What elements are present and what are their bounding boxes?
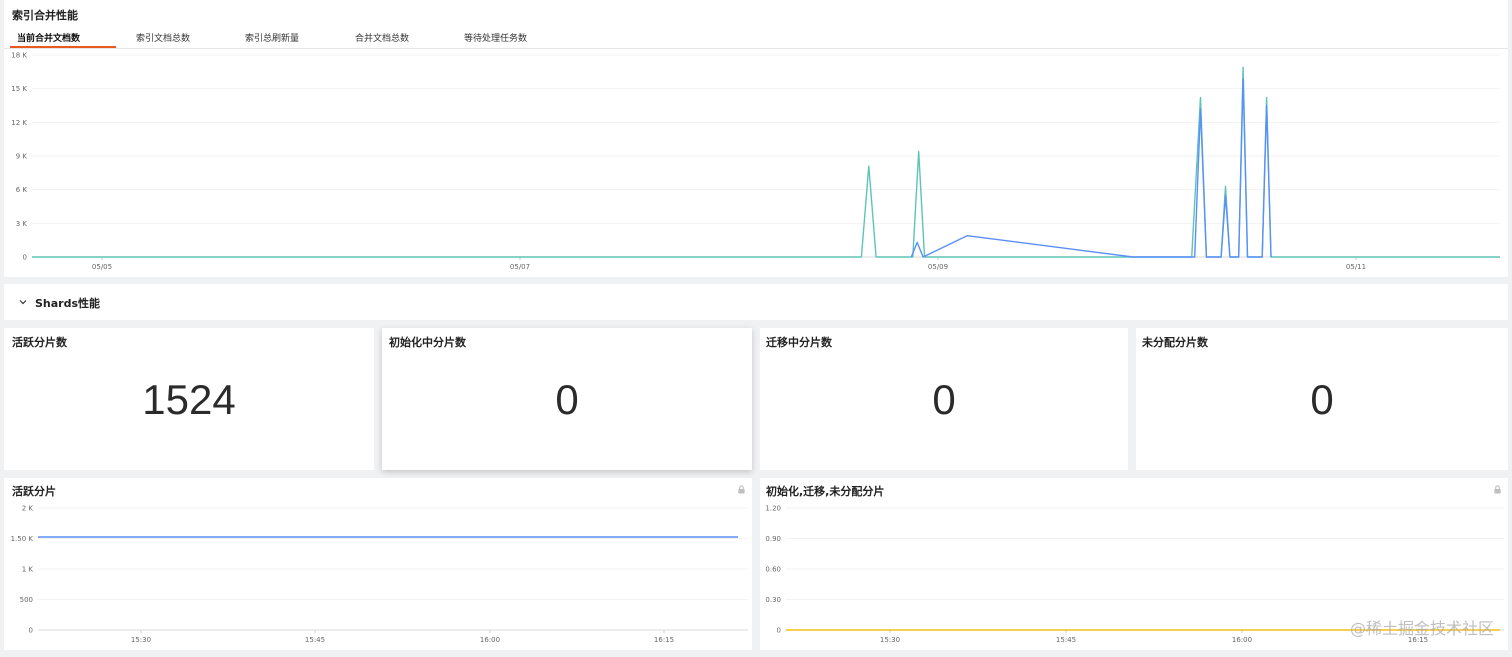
- stat-title: 初始化中分片数: [389, 336, 466, 349]
- x-tick-label: 05/05: [92, 263, 112, 271]
- x-tick-label: 15:30: [880, 636, 900, 644]
- merge-docs-chart: 0 3 K 6 K 9 K 12 K 15 K 18 K 05/05 05/07 05/09 05/…: [11, 52, 1500, 271]
- stat-title: 未分配分片数: [1142, 336, 1208, 349]
- lock-icon[interactable]: [737, 485, 746, 494]
- y-tick-label: 1 K: [22, 566, 34, 574]
- stat-value: 0: [1310, 376, 1334, 423]
- y-tick-label: 1.50 K: [11, 535, 34, 543]
- y-tick-label: 6 K: [16, 186, 28, 194]
- x-tick-label: 15:45: [1056, 636, 1076, 644]
- y-tick-label: 500: [20, 596, 33, 604]
- y-tick-label: 2 K: [22, 505, 34, 513]
- y-tick-label: 12 K: [11, 119, 27, 127]
- x-tick-label: 05/07: [510, 263, 530, 271]
- y-tick-label: 0.30: [765, 596, 781, 604]
- stat-value: 1524: [142, 376, 236, 423]
- y-tick-label: 0: [777, 627, 781, 635]
- tab-current-merge-docs[interactable]: 当前合并文档数: [17, 31, 80, 44]
- x-tick-label: 16:15: [654, 636, 674, 644]
- lock-icon[interactable]: [1493, 485, 1502, 494]
- stat-card-active-shards: 活跃分片数 1524: [4, 328, 374, 470]
- y-tick-label: 9 K: [16, 153, 28, 161]
- merge-performance-panel: 索引合并性能 当前合并文档数 索引文档总数 索引总刷新量 合并文档总数 等待处理…: [4, 0, 1508, 277]
- x-tick-label: 16:00: [1232, 636, 1252, 644]
- y-tick-label: 0: [23, 254, 27, 262]
- tab-index-doc-total[interactable]: 索引文档总数: [136, 31, 190, 44]
- series-line-1: [910, 77, 1272, 258]
- chevron-down-icon[interactable]: [18, 297, 28, 307]
- active-shards-chart: 0 500 1 K 1.50 K 2 K 15:30 15:45 16:00 16:15: [11, 505, 748, 644]
- x-tick-label: 15:45: [305, 636, 325, 644]
- shards-section-header[interactable]: Shards性能: [4, 284, 1508, 320]
- y-tick-label: 3 K: [16, 220, 28, 228]
- x-tick-label: 05/11: [1346, 263, 1366, 271]
- stat-title: 活跃分片数: [12, 336, 67, 349]
- active-shards-chart-panel: 活跃分片 0 500 1 K 1.50 K 2 K 15:30 15:45 16:00 16:1…: [4, 478, 752, 650]
- tab-index-refresh-total[interactable]: 索引总刷新量: [245, 31, 299, 44]
- series-line-0: [32, 66, 1500, 258]
- y-tick-label: 0: [29, 627, 33, 635]
- stat-card-unassigned-shards: 未分配分片数 0: [1136, 328, 1508, 470]
- tab-pending-tasks[interactable]: 等待处理任务数: [464, 31, 527, 44]
- y-tick-label: 0.60: [765, 566, 781, 574]
- stat-value: 0: [932, 376, 956, 423]
- y-tick-label: 15 K: [11, 85, 27, 93]
- y-tick-label: 0.90: [765, 535, 781, 543]
- panel-title: 索引合并性能: [12, 9, 78, 22]
- watermark: @稀土掘金技术社区: [1349, 619, 1494, 638]
- x-tick-label: 16:00: [480, 636, 500, 644]
- panel-title: 初始化,迁移,未分配分片: [766, 485, 885, 498]
- y-tick-label: 18 K: [11, 52, 27, 60]
- x-tick-label: 05/09: [928, 263, 948, 271]
- panel-title: 活跃分片: [12, 485, 56, 498]
- stat-card-initializing-shards: 初始化中分片数 0: [382, 328, 752, 470]
- y-tick-label: 1.20: [765, 505, 781, 513]
- stat-value: 0: [555, 376, 579, 423]
- tab-bar: 当前合并文档数 索引文档总数 索引总刷新量 合并文档总数 等待处理任务数: [4, 26, 1508, 49]
- x-tick-label: 15:30: [131, 636, 151, 644]
- stat-card-relocating-shards: 迁移中分片数 0: [760, 328, 1128, 470]
- active-tab-indicator: [10, 46, 116, 48]
- stat-title: 迁移中分片数: [766, 336, 832, 349]
- section-title: Shards性能: [35, 297, 101, 310]
- tab-merge-doc-total[interactable]: 合并文档总数: [355, 31, 409, 44]
